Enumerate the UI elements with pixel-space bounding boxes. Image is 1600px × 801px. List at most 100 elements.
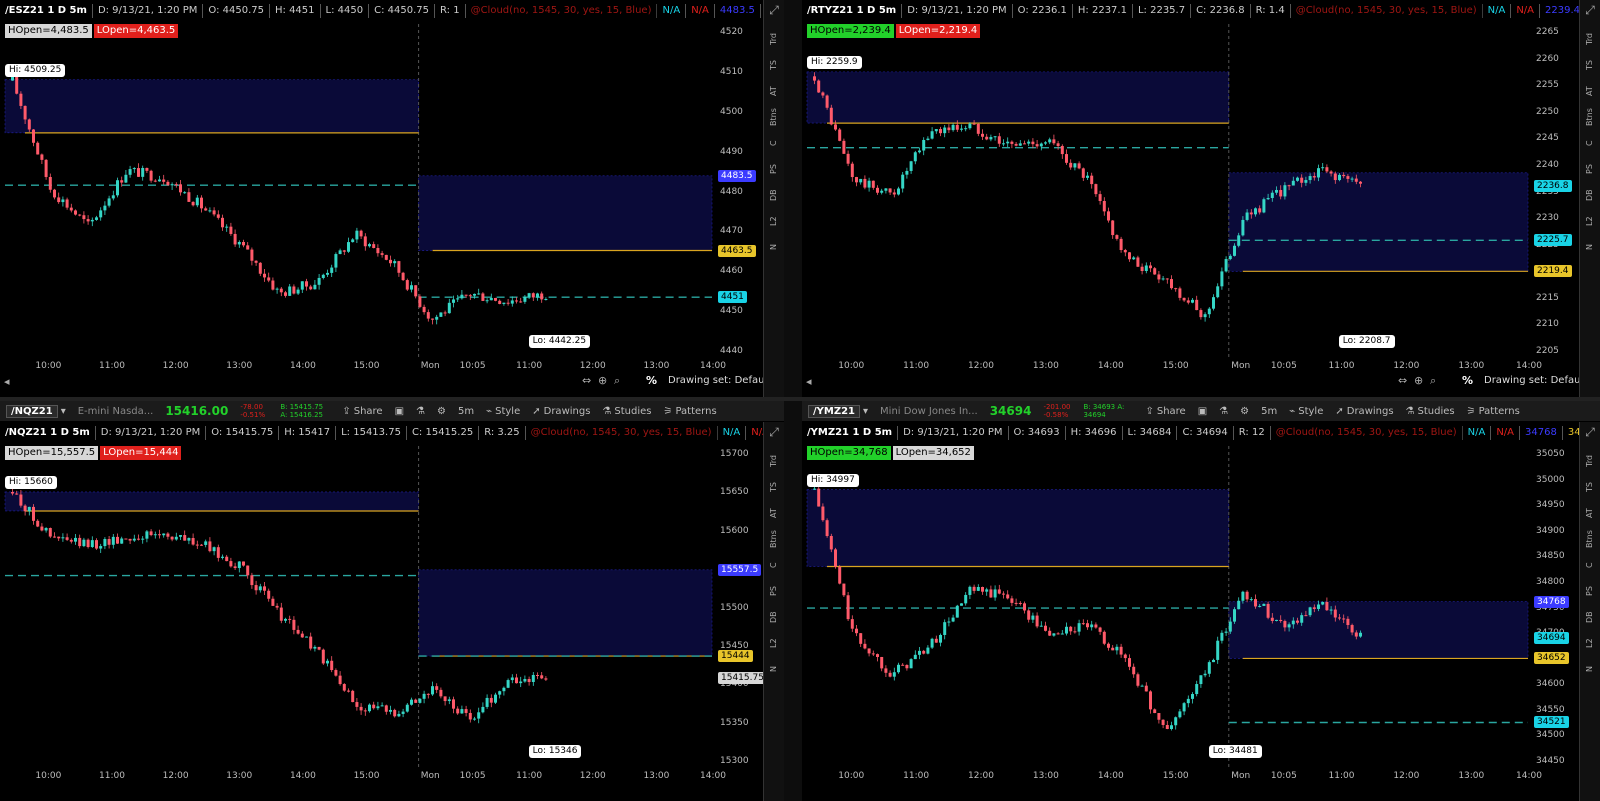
candle-body xyxy=(939,129,942,134)
candle-body xyxy=(1291,620,1295,625)
candle-body xyxy=(468,712,472,720)
candle-body xyxy=(1132,257,1136,260)
time-axis-label: 14:00 xyxy=(1097,361,1124,371)
time-axis-label: Mon xyxy=(1231,361,1251,371)
candle-body xyxy=(1086,623,1089,628)
candle-body xyxy=(179,184,182,193)
sidebar-tab-db[interactable]: DB xyxy=(764,604,784,630)
sidebar-tab-c[interactable]: C xyxy=(1580,552,1600,578)
candle-body xyxy=(913,152,917,162)
crosshair-icon[interactable]: ⊕ xyxy=(598,374,607,387)
sidebar-tab-ps[interactable]: PS xyxy=(764,578,784,604)
sidebar-tab-l2[interactable]: L2 xyxy=(1580,208,1600,234)
sidebar-tab-at[interactable]: AT xyxy=(764,78,784,104)
sidebar-tab-trd[interactable]: Trd xyxy=(764,448,784,474)
sidebar-tab-c[interactable]: C xyxy=(1580,130,1600,156)
sidebar-tab-ts[interactable]: TS xyxy=(764,474,784,500)
time-axis-label: Mon xyxy=(1231,771,1251,781)
expand-icon[interactable]: ⤢ xyxy=(764,422,784,448)
candle-body xyxy=(960,603,963,606)
price-scale-label: 2250 xyxy=(1536,106,1559,117)
candle-body xyxy=(250,249,254,261)
price-chart[interactable] xyxy=(802,401,1600,801)
candle-body xyxy=(233,566,237,569)
candle-body xyxy=(342,250,346,252)
zoom-icon[interactable]: ⌕ xyxy=(614,374,620,388)
expand-icon[interactable]: ⇔ xyxy=(1398,374,1407,387)
price-chart[interactable] xyxy=(0,401,784,801)
sidebar-tab-n[interactable]: N xyxy=(1580,234,1600,260)
scroll-left-icon[interactable]: ◂ xyxy=(4,375,10,388)
sidebar-tab-btns[interactable]: Btns xyxy=(764,104,784,130)
candle-body xyxy=(65,199,69,208)
sidebar-tab-ps[interactable]: PS xyxy=(1580,156,1600,182)
sidebar-tab-ts[interactable]: TS xyxy=(1580,474,1600,500)
expand-icon[interactable]: ⤢ xyxy=(1580,0,1600,26)
candle-body xyxy=(1317,168,1320,178)
expand-icon[interactable]: ⇔ xyxy=(582,374,591,387)
candle-body xyxy=(401,711,405,714)
price-chart[interactable] xyxy=(0,0,784,397)
sidebar-tab-ps[interactable]: PS xyxy=(764,156,784,182)
sidebar-tab-db[interactable]: DB xyxy=(764,182,784,208)
crosshair-icon[interactable]: ⊕ xyxy=(1414,374,1423,387)
sidebar-tab-ps[interactable]: PS xyxy=(1580,578,1600,604)
sidebar-tab-trd[interactable]: Trd xyxy=(1580,448,1600,474)
candle-body xyxy=(1052,633,1056,636)
candle-body xyxy=(473,718,476,720)
candle-body xyxy=(174,536,178,540)
time-axis-label: 14:00 xyxy=(700,771,726,781)
sidebar-tab-btns[interactable]: Btns xyxy=(1580,526,1600,552)
chart-panel-tr[interactable]: /RTYZ21 1 D 5m D: 9/13/21, 1:20 PM O: 2236… xyxy=(802,0,1600,397)
sidebar-tab-btns[interactable]: Btns xyxy=(1580,104,1600,130)
sidebar-tab-c[interactable]: C xyxy=(764,130,784,156)
sidebar-tab-db[interactable]: DB xyxy=(1580,182,1600,208)
candle-body xyxy=(1178,288,1182,298)
candle-body xyxy=(1262,199,1266,213)
sidebar-tab-at[interactable]: AT xyxy=(764,500,784,526)
candle-body xyxy=(351,690,355,703)
sidebar-tab-trd[interactable]: Trd xyxy=(1580,26,1600,52)
sidebar-tab-c[interactable]: C xyxy=(764,552,784,578)
sidebar-tab-l2[interactable]: L2 xyxy=(764,630,784,656)
sidebar-tab-n[interactable]: N xyxy=(764,656,784,682)
sidebar-tab-n[interactable]: N xyxy=(1580,656,1600,682)
candle-body xyxy=(313,646,317,649)
sidebar-tab-l2[interactable]: L2 xyxy=(764,208,784,234)
candle-body xyxy=(473,293,476,296)
sidebar-tab-at[interactable]: AT xyxy=(1580,500,1600,526)
sidebar-tab-trd[interactable]: Trd xyxy=(764,26,784,52)
candle-body xyxy=(1191,694,1194,699)
candle-body xyxy=(124,174,128,183)
chart-panel-br[interactable]: /YMZ21 ▾ Mini Dow Jones In... 34694 -201.00 … xyxy=(802,401,1600,801)
candle-body xyxy=(1333,173,1337,181)
expand-icon[interactable]: ⤢ xyxy=(1580,422,1600,448)
scroll-left-icon[interactable]: ◂ xyxy=(806,375,812,388)
sidebar-tab-l2[interactable]: L2 xyxy=(1580,630,1600,656)
sidebar-tab-btns[interactable]: Btns xyxy=(764,526,784,552)
chart-panel-tl[interactable]: /ESZ21 1 D 5m D: 9/13/21, 1:20 PM O: 4450.… xyxy=(0,0,784,397)
sidebar-tab-n[interactable]: N xyxy=(764,234,784,260)
candle-body xyxy=(347,690,350,692)
percent-icon[interactable]: % xyxy=(1462,374,1473,387)
percent-icon[interactable]: % xyxy=(646,374,657,387)
sidebar-tab-at[interactable]: AT xyxy=(1580,78,1600,104)
drawing-set-selector[interactable]: Drawing set: Default xyxy=(668,375,771,386)
drawing-set-selector[interactable]: Drawing set: Default xyxy=(1484,375,1587,386)
sidebar-tab-db[interactable]: DB xyxy=(1580,604,1600,630)
price-chart[interactable] xyxy=(802,0,1600,397)
candle-body xyxy=(544,298,548,300)
sidebar-tab-ts[interactable]: TS xyxy=(764,52,784,78)
candle-body xyxy=(1098,194,1102,201)
sidebar-tab-ts[interactable]: TS xyxy=(1580,52,1600,78)
candle-body xyxy=(376,706,380,709)
candle-body xyxy=(447,302,451,314)
zoom-icon[interactable]: ⌕ xyxy=(1430,374,1436,388)
candle-body xyxy=(1149,265,1152,269)
candle-body xyxy=(414,285,418,297)
candle-body xyxy=(389,259,392,264)
chart-panel-bl[interactable]: /NQZ21 ▾ E-mini Nasda... 15416.00 -78.00 -0.… xyxy=(0,401,784,801)
expand-icon[interactable]: ⤢ xyxy=(764,0,784,26)
price-scale-label: 15650 xyxy=(720,487,749,498)
time-axis-label: 10:05 xyxy=(1270,771,1297,781)
